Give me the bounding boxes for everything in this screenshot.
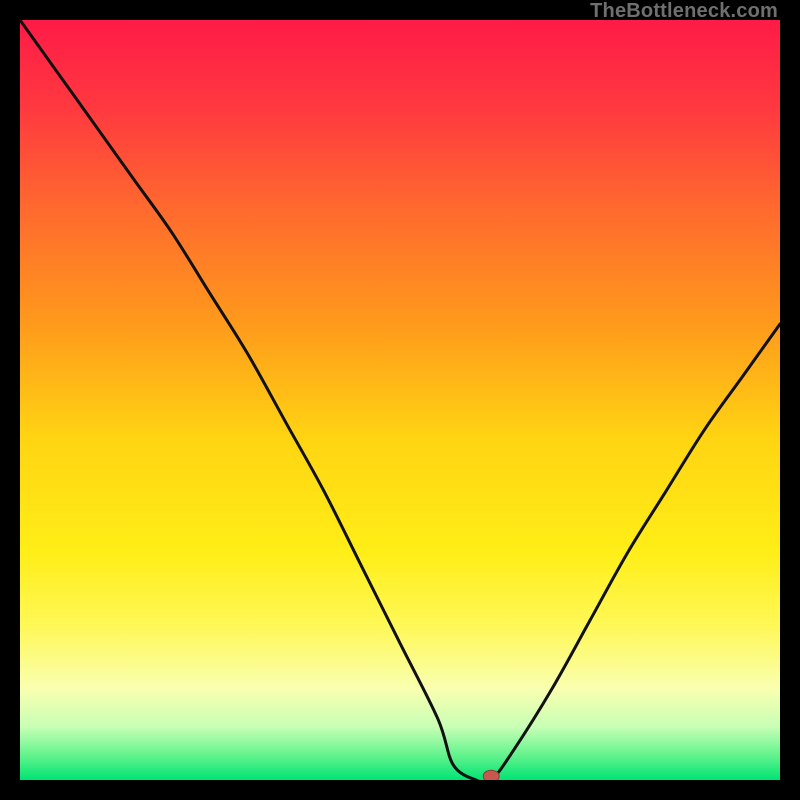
plot-area — [20, 20, 780, 780]
bottleneck-marker — [483, 770, 499, 780]
bottleneck-curve — [20, 20, 780, 780]
chart-frame: TheBottleneck.com — [0, 0, 800, 800]
curve-path — [20, 20, 780, 780]
